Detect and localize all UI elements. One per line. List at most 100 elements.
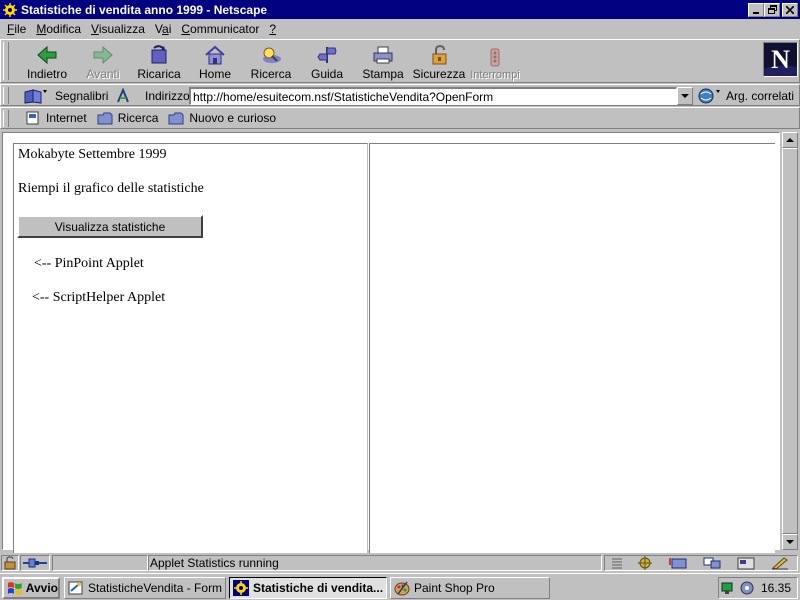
chevron-down-icon bbox=[681, 93, 689, 98]
tray-speaker-icon[interactable] bbox=[739, 580, 755, 596]
back-arrow-icon bbox=[37, 45, 57, 65]
paint-palette-icon bbox=[394, 581, 410, 596]
back-button[interactable]: Indietro bbox=[19, 43, 75, 81]
netscape-logo[interactable]: N bbox=[763, 42, 798, 77]
notes-app-icon bbox=[68, 581, 83, 595]
home-button[interactable]: Home bbox=[187, 43, 243, 81]
print-icon bbox=[373, 46, 393, 64]
menu-edit[interactable]: Modifica bbox=[31, 22, 86, 36]
bookmarks-icon bbox=[24, 89, 47, 104]
start-button[interactable]: Avvio bbox=[2, 577, 60, 599]
menu-communicator[interactable]: Communicator bbox=[176, 22, 264, 36]
bookmark-ricerca-label: Ricerca bbox=[117, 111, 159, 125]
forward-arrow-icon bbox=[93, 45, 113, 65]
stop-button[interactable]: Interrompi bbox=[467, 43, 523, 81]
netscape-task-icon bbox=[233, 580, 249, 596]
pinpoint-applet-note: <-- PinPoint Applet bbox=[34, 256, 144, 271]
minimize-icon bbox=[753, 11, 759, 14]
task-netscape-label: Statistiche di vendita... bbox=[253, 581, 384, 595]
pencil-icon[interactable] bbox=[770, 556, 790, 570]
security-lock-icon bbox=[432, 45, 447, 65]
address-label: Indirizzo: bbox=[145, 89, 194, 103]
menu-go[interactable]: Vai bbox=[150, 22, 176, 36]
stop-label: Interrompi bbox=[470, 69, 520, 81]
taskbar-task-form[interactable]: StatisticheVendita - Form - ... bbox=[64, 577, 226, 599]
clock: 16.35 bbox=[760, 581, 791, 595]
system-tray: 16.35 bbox=[718, 577, 798, 599]
show-statistics-button[interactable]: Visualizza statistiche bbox=[17, 215, 203, 238]
guide-label: Guida bbox=[310, 67, 344, 81]
progress-panel bbox=[52, 555, 148, 571]
reload-button[interactable]: Ricarica bbox=[131, 43, 187, 81]
discussion-icon[interactable] bbox=[702, 556, 722, 570]
url-dropdown-button[interactable] bbox=[677, 87, 693, 105]
navigation-toolbar: Indietro Avanti Ricarica Home Ricerca Gu… bbox=[0, 39, 800, 83]
back-label: Indietro bbox=[26, 67, 68, 81]
scroll-down-icon bbox=[786, 539, 794, 544]
location-page-icon[interactable] bbox=[115, 88, 131, 104]
security-button[interactable]: Sicurezza bbox=[411, 43, 467, 81]
scroll-up-button[interactable] bbox=[782, 132, 798, 148]
forward-label: Avanti bbox=[86, 67, 120, 81]
windows-logo-icon bbox=[7, 582, 22, 595]
personal-grip[interactable] bbox=[3, 110, 9, 127]
navigator-icon[interactable] bbox=[636, 556, 654, 570]
bookmark-internet-label: Internet bbox=[46, 111, 87, 125]
scripthelper-applet-note: <-- ScriptHelper Applet bbox=[32, 290, 166, 305]
reload-label: Ricarica bbox=[137, 67, 181, 81]
minimize-button[interactable] bbox=[748, 2, 764, 17]
tray-network-icon[interactable] bbox=[721, 580, 737, 596]
security-status[interactable] bbox=[1, 555, 19, 571]
close-button[interactable] bbox=[782, 2, 798, 17]
task-paintshop-label: Paint Shop Pro bbox=[414, 581, 495, 595]
search-button[interactable]: Ricerca bbox=[243, 43, 299, 81]
restore-button[interactable] bbox=[764, 2, 780, 17]
menu-file[interactable]: File bbox=[2, 22, 31, 36]
frameset: Mokabyte Settembre 1999 Riempi il grafic… bbox=[2, 132, 780, 553]
scroll-thumb[interactable] bbox=[782, 148, 798, 534]
bookmark-internet[interactable]: Internet bbox=[25, 111, 87, 125]
stop-icon bbox=[490, 48, 500, 67]
bookmarks-button[interactable]: Segnalibri bbox=[23, 88, 108, 104]
url-field[interactable]: http://home/esuitecom.nsf/StatisticheVen… bbox=[189, 87, 677, 105]
menu-bar: File Modifica Visualizza Vai Communicato… bbox=[0, 19, 800, 38]
guide-button[interactable]: Guida bbox=[299, 43, 355, 81]
related-button[interactable]: Arg. correlati bbox=[698, 88, 794, 104]
bookmark-folder-icon bbox=[97, 112, 113, 125]
bookmark-nuovo-curioso[interactable]: Nuovo e curioso bbox=[168, 111, 276, 125]
mail-icon[interactable] bbox=[668, 556, 688, 570]
status-lock-icon bbox=[4, 556, 16, 570]
bookmark-nuovo-curioso-label: Nuovo e curioso bbox=[189, 111, 277, 125]
home-icon bbox=[205, 45, 225, 65]
print-button[interactable]: Stampa bbox=[355, 43, 411, 81]
bookmark-page-icon bbox=[26, 111, 39, 125]
taskbar-task-paintshop[interactable]: Paint Shop Pro bbox=[390, 577, 550, 599]
related-icon bbox=[698, 88, 720, 104]
netscape-app-icon[interactable] bbox=[2, 1, 18, 18]
related-label: Arg. correlati bbox=[726, 89, 795, 103]
vertical-scrollbar[interactable] bbox=[782, 132, 798, 550]
search-label: Ricerca bbox=[250, 67, 292, 81]
bookmarks-label: Segnalibri bbox=[55, 89, 109, 103]
location-toolbar: Segnalibri Indirizzo: http://home/esuite… bbox=[0, 84, 800, 106]
guide-icon bbox=[317, 47, 337, 63]
netscape-n-icon: N bbox=[764, 43, 797, 76]
scroll-down-button[interactable] bbox=[782, 534, 798, 550]
composer-icon[interactable] bbox=[736, 556, 756, 570]
start-label: Avvio bbox=[25, 581, 58, 595]
bookmark-ricerca[interactable]: Ricerca bbox=[97, 111, 159, 125]
taskbar-task-netscape[interactable]: Statistiche di vendita... bbox=[229, 577, 387, 599]
location-grip[interactable] bbox=[3, 87, 9, 104]
menu-view[interactable]: Visualizza bbox=[86, 22, 150, 36]
title-bar[interactable]: Statistiche di vendita anno 1999 - Netsc… bbox=[0, 0, 800, 19]
forward-button[interactable]: Avanti bbox=[75, 43, 131, 81]
svg-text:N: N bbox=[771, 45, 790, 74]
grip-lines-icon[interactable] bbox=[612, 556, 622, 570]
browser-content: Mokabyte Settembre 1999 Riempi il grafic… bbox=[0, 130, 800, 553]
menu-help[interactable]: ? bbox=[264, 22, 281, 36]
home-label: Home bbox=[198, 67, 231, 81]
window-title: Statistiche di vendita anno 1999 - Netsc… bbox=[21, 2, 268, 17]
toolbar-grip[interactable] bbox=[3, 42, 9, 80]
left-frame: Mokabyte Settembre 1999 Riempi il grafic… bbox=[13, 143, 368, 553]
status-text: Applet Statistics running bbox=[150, 556, 279, 570]
